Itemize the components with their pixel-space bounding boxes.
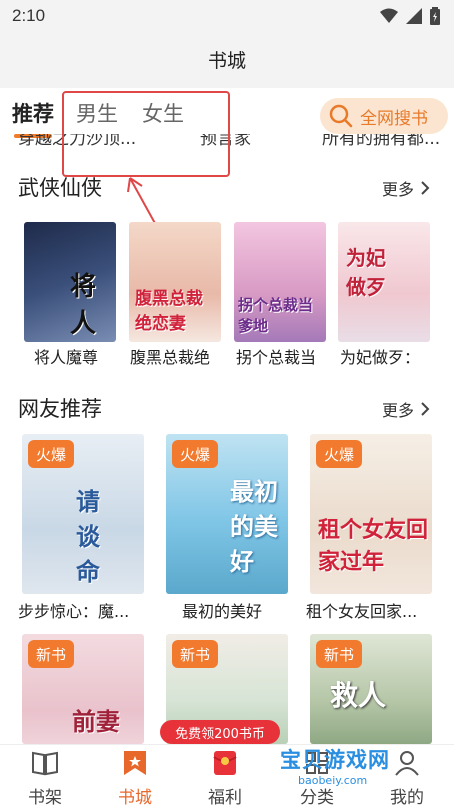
chevron-right-icon	[421, 181, 430, 195]
search-icon	[329, 104, 353, 128]
section-netizen-more[interactable]: 更多	[382, 397, 430, 421]
cover-text: 腹黑总裁绝恋妻	[135, 289, 203, 334]
book-cover[interactable]: 新书 前妻	[22, 634, 144, 744]
signal-icon	[406, 8, 422, 24]
book-title[interactable]: 步步惊心：魔...	[18, 598, 148, 622]
title-bar: 书城	[0, 34, 454, 88]
nav-bookshelf[interactable]: 书架	[10, 749, 80, 807]
more-label: 更多	[381, 401, 414, 420]
nav-welfare[interactable]: 福利	[190, 749, 260, 807]
cover-text: 救人	[330, 679, 387, 712]
cover-text: 前妻	[72, 708, 120, 736]
watermark-text: 宝贝游戏网	[280, 748, 390, 772]
hot-badge: 火爆	[172, 440, 218, 468]
nav-label: 书架	[28, 788, 62, 807]
cover-text: 拐个总裁当爹地	[238, 296, 314, 335]
chevron-right-icon	[421, 402, 430, 416]
section-netizen-title: 网友推荐	[18, 397, 102, 421]
book-cover[interactable]: 火爆 租个女友回家过年	[310, 434, 432, 594]
book-title[interactable]: 拐个总裁当	[236, 344, 328, 368]
prev-title-3[interactable]: 所有的拥有都...	[322, 134, 440, 149]
section-wuxia-title: 武侠仙侠	[18, 176, 102, 200]
bookmark-star-icon	[124, 751, 146, 775]
book-cover[interactable]: 腹黑总裁绝恋妻	[129, 222, 221, 342]
book-title[interactable]: 最初的美好	[182, 598, 292, 622]
book-title[interactable]: 为妃做歹：	[340, 344, 432, 368]
section-wuxia-more[interactable]: 更多	[382, 176, 430, 200]
status-time: 2:10	[12, 6, 46, 25]
book-cover[interactable]: 为妃做歹	[338, 222, 430, 342]
page-title: 书城	[207, 50, 246, 72]
annotation-highlight-box	[62, 91, 230, 177]
book-cover[interactable]: 新书 救人	[310, 634, 432, 744]
book-cover[interactable]: 将人	[24, 222, 116, 342]
nav-label: 福利	[208, 788, 242, 807]
status-icons	[380, 7, 440, 25]
book-title[interactable]: 租个女友回家...	[306, 598, 436, 622]
book-title[interactable]: 腹黑总裁绝	[130, 344, 222, 368]
nav-bookstore[interactable]: 书城	[100, 749, 170, 807]
battery-icon	[430, 7, 440, 25]
book-cover[interactable]: 火爆 最初的美好	[166, 434, 288, 594]
hot-badge: 火爆	[316, 440, 362, 468]
cover-text: 请谈命	[76, 488, 100, 586]
new-badge: 新书	[28, 640, 74, 668]
book-open-icon	[32, 751, 58, 776]
search-label: 全网搜书	[360, 108, 428, 129]
new-badge: 新书	[316, 640, 362, 668]
red-envelope-icon	[213, 751, 237, 775]
more-label: 更多	[381, 180, 414, 199]
tab-recommend[interactable]: 推荐	[12, 98, 54, 128]
wifi-icon	[380, 8, 398, 23]
book-title[interactable]: 将人魔尊	[34, 344, 124, 368]
free-coins-promo[interactable]: 免费领200书币	[160, 720, 280, 744]
cover-text: 为妃做歹	[346, 246, 386, 299]
cover-text: 租个女友回家过年	[318, 518, 429, 575]
hot-badge: 火爆	[28, 440, 74, 468]
book-cover[interactable]: 拐个总裁当爹地	[234, 222, 326, 342]
new-badge: 新书	[172, 640, 218, 668]
nav-label: 书城	[118, 788, 152, 807]
watermark: 宝贝游戏网 baobeiy.com	[280, 744, 430, 787]
book-cover[interactable]: 火爆 请谈命	[22, 434, 144, 594]
search-all-button[interactable]: 全网搜书	[320, 98, 448, 134]
watermark-url: baobeiy.com	[298, 774, 368, 787]
status-bar: 2:10	[0, 0, 454, 34]
cover-text: 最初的美好	[230, 478, 278, 576]
cover-text: 将人	[70, 272, 97, 339]
